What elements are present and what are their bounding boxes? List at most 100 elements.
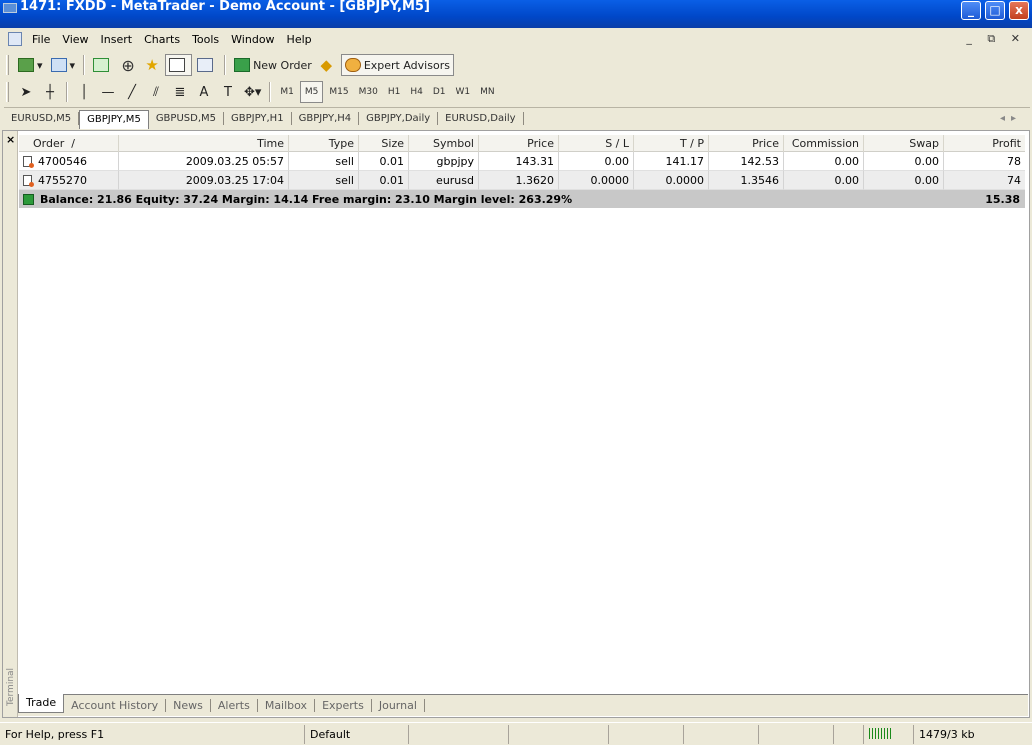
- tab-mailbox[interactable]: Mailbox: [258, 699, 316, 712]
- profiles-button[interactable]: ▾: [48, 54, 79, 76]
- close-icon[interactable]: x: [1009, 1, 1029, 20]
- new-chart-icon: [18, 58, 34, 72]
- swap-cell: 0.00: [864, 152, 944, 171]
- trade-table: Order / Time Type Size Symbol Price S / …: [19, 134, 1025, 208]
- mdi-window-controls[interactable]: _ ⧉ ✕: [966, 32, 1026, 46]
- chart-tab-eurusd-daily[interactable]: EURUSD,Daily: [438, 111, 524, 125]
- col-commission[interactable]: Commission: [784, 134, 864, 152]
- col-take-profit[interactable]: T / P: [634, 134, 709, 152]
- tab-scroll-arrows-icon[interactable]: ◂▸: [1000, 113, 1022, 124]
- data-window-button[interactable]: ⊕: [117, 54, 139, 76]
- menu-tools[interactable]: Tools: [186, 33, 225, 46]
- chart-window-icon[interactable]: [8, 32, 22, 46]
- terminal-button[interactable]: [165, 54, 193, 76]
- horizontal-line-icon[interactable]: —: [97, 81, 119, 103]
- menu-insert[interactable]: Insert: [95, 33, 139, 46]
- market-watch-button[interactable]: [90, 54, 115, 76]
- chart-tab-gbpjpy-h4[interactable]: GBPJPY,H4: [292, 111, 360, 125]
- col-swap[interactable]: Swap: [864, 134, 944, 152]
- sell-order-icon: [23, 156, 34, 168]
- standard-toolbar: ▾ ▾ ⊕ ★ New Order ◆ Expert Advisors: [0, 52, 455, 78]
- col-time[interactable]: Time: [119, 134, 289, 152]
- close-icon[interactable]: ×: [6, 133, 15, 146]
- col-profit[interactable]: Profit: [944, 135, 1025, 152]
- new-order-button[interactable]: New Order: [231, 54, 315, 76]
- text-icon[interactable]: A: [193, 81, 215, 103]
- connection-status[interactable]: [864, 724, 914, 744]
- fibonacci-icon[interactable]: ≣: [169, 81, 191, 103]
- tab-account-history[interactable]: Account History: [64, 699, 167, 712]
- current-price-cell: 142.53: [709, 152, 784, 171]
- chart-tab-gbpusd-m5[interactable]: GBPUSD,M5: [149, 111, 224, 125]
- col-current-price[interactable]: Price: [709, 134, 784, 152]
- minimize-icon[interactable]: _: [961, 1, 981, 20]
- timeframe-w1[interactable]: W1: [452, 81, 475, 103]
- menu-view[interactable]: View: [56, 33, 94, 46]
- swap-cell: 0.00: [864, 171, 944, 190]
- timeframe-d1[interactable]: D1: [429, 81, 450, 103]
- window-title-bar[interactable]: 1471: FXDD - MetaTrader - Demo Account -…: [0, 0, 1032, 28]
- timeframe-m1[interactable]: M1: [276, 81, 298, 103]
- col-symbol[interactable]: Symbol: [409, 134, 479, 152]
- order-number: 4700546: [38, 155, 87, 168]
- status-empty: [609, 724, 684, 744]
- profit-cell: 78: [944, 152, 1025, 171]
- timeframe-m5[interactable]: M5: [299, 81, 324, 103]
- chart-tab-gbpjpy-h1[interactable]: GBPJPY,H1: [224, 111, 292, 125]
- chart-tab-eurusd-m5[interactable]: EURUSD,M5: [4, 111, 80, 125]
- price-cell: 143.31: [479, 152, 559, 171]
- col-type[interactable]: Type: [289, 134, 359, 152]
- arrows-icon[interactable]: ✥▾: [241, 81, 264, 103]
- timeframe-mn[interactable]: MN: [476, 81, 499, 103]
- new-chart-button[interactable]: ▾: [15, 54, 46, 76]
- col-order-label: Order: [33, 136, 65, 150]
- table-row[interactable]: 4755270 2009.03.25 17:04 sell 0.01 eurus…: [19, 171, 1025, 190]
- tab-trade[interactable]: Trade: [18, 694, 65, 713]
- table-row[interactable]: 4700546 2009.03.25 05:57 sell 0.01 gbpjp…: [19, 152, 1025, 171]
- menu-help[interactable]: Help: [281, 33, 318, 46]
- col-order[interactable]: Order /: [19, 134, 119, 152]
- metaeditor-button[interactable]: ◆: [317, 54, 339, 76]
- toolbar-separator: [224, 55, 227, 75]
- col-price[interactable]: Price: [479, 134, 559, 152]
- expert-advisors-button[interactable]: Expert Advisors: [340, 54, 454, 76]
- sort-indicator: /: [71, 136, 75, 150]
- connection-bars-icon: [869, 727, 891, 739]
- menu-window[interactable]: Window: [225, 33, 280, 46]
- col-stop-loss[interactable]: S / L: [559, 134, 634, 152]
- toolbar-grip[interactable]: [6, 82, 9, 102]
- crosshair-icon[interactable]: ┼: [39, 81, 61, 103]
- text-label-icon[interactable]: T: [217, 81, 239, 103]
- timeframe-h4[interactable]: H4: [406, 81, 427, 103]
- strategy-tester-button[interactable]: [194, 54, 219, 76]
- chart-tab-gbpjpy-m5[interactable]: GBPJPY,M5: [79, 109, 149, 129]
- timeframe-m15[interactable]: M15: [325, 81, 352, 103]
- time-cell: 2009.03.25 17:04: [119, 171, 289, 190]
- tab-journal[interactable]: Journal: [372, 699, 425, 712]
- maximize-icon[interactable]: □: [985, 1, 1005, 20]
- total-profit: 15.38: [985, 192, 1020, 206]
- trendline-icon[interactable]: ╱: [121, 81, 143, 103]
- col-size[interactable]: Size: [359, 134, 409, 152]
- chart-tab-gbpjpy-daily[interactable]: GBPJPY,Daily: [359, 111, 439, 125]
- timeframe-h1[interactable]: H1: [384, 81, 405, 103]
- toolbar-grip[interactable]: [6, 55, 9, 75]
- time-cell: 2009.03.25 05:57: [119, 152, 289, 171]
- new-order-label: New Order: [253, 58, 312, 72]
- status-bar: For Help, press F1 Default 1479/3 kb: [0, 722, 1032, 745]
- size-cell: 0.01: [359, 152, 409, 171]
- tab-news[interactable]: News: [166, 699, 211, 712]
- menu-charts[interactable]: Charts: [138, 33, 186, 46]
- tab-experts[interactable]: Experts: [315, 699, 372, 712]
- equidistant-channel-icon[interactable]: ⫽: [145, 81, 167, 103]
- navigator-button[interactable]: ★: [141, 54, 163, 76]
- terminal-side-label: Terminal: [6, 667, 16, 706]
- status-empty: [509, 724, 609, 744]
- tab-alerts[interactable]: Alerts: [211, 699, 258, 712]
- vertical-line-icon[interactable]: │: [73, 81, 95, 103]
- balance-summary-row[interactable]: Balance: 21.86 Equity: 37.24 Margin: 14.…: [19, 190, 1025, 208]
- cursor-icon[interactable]: ➤: [15, 81, 37, 103]
- timeframe-m30[interactable]: M30: [355, 81, 382, 103]
- take-profit-cell: 0.0000: [634, 171, 709, 190]
- menu-file[interactable]: File: [26, 33, 56, 46]
